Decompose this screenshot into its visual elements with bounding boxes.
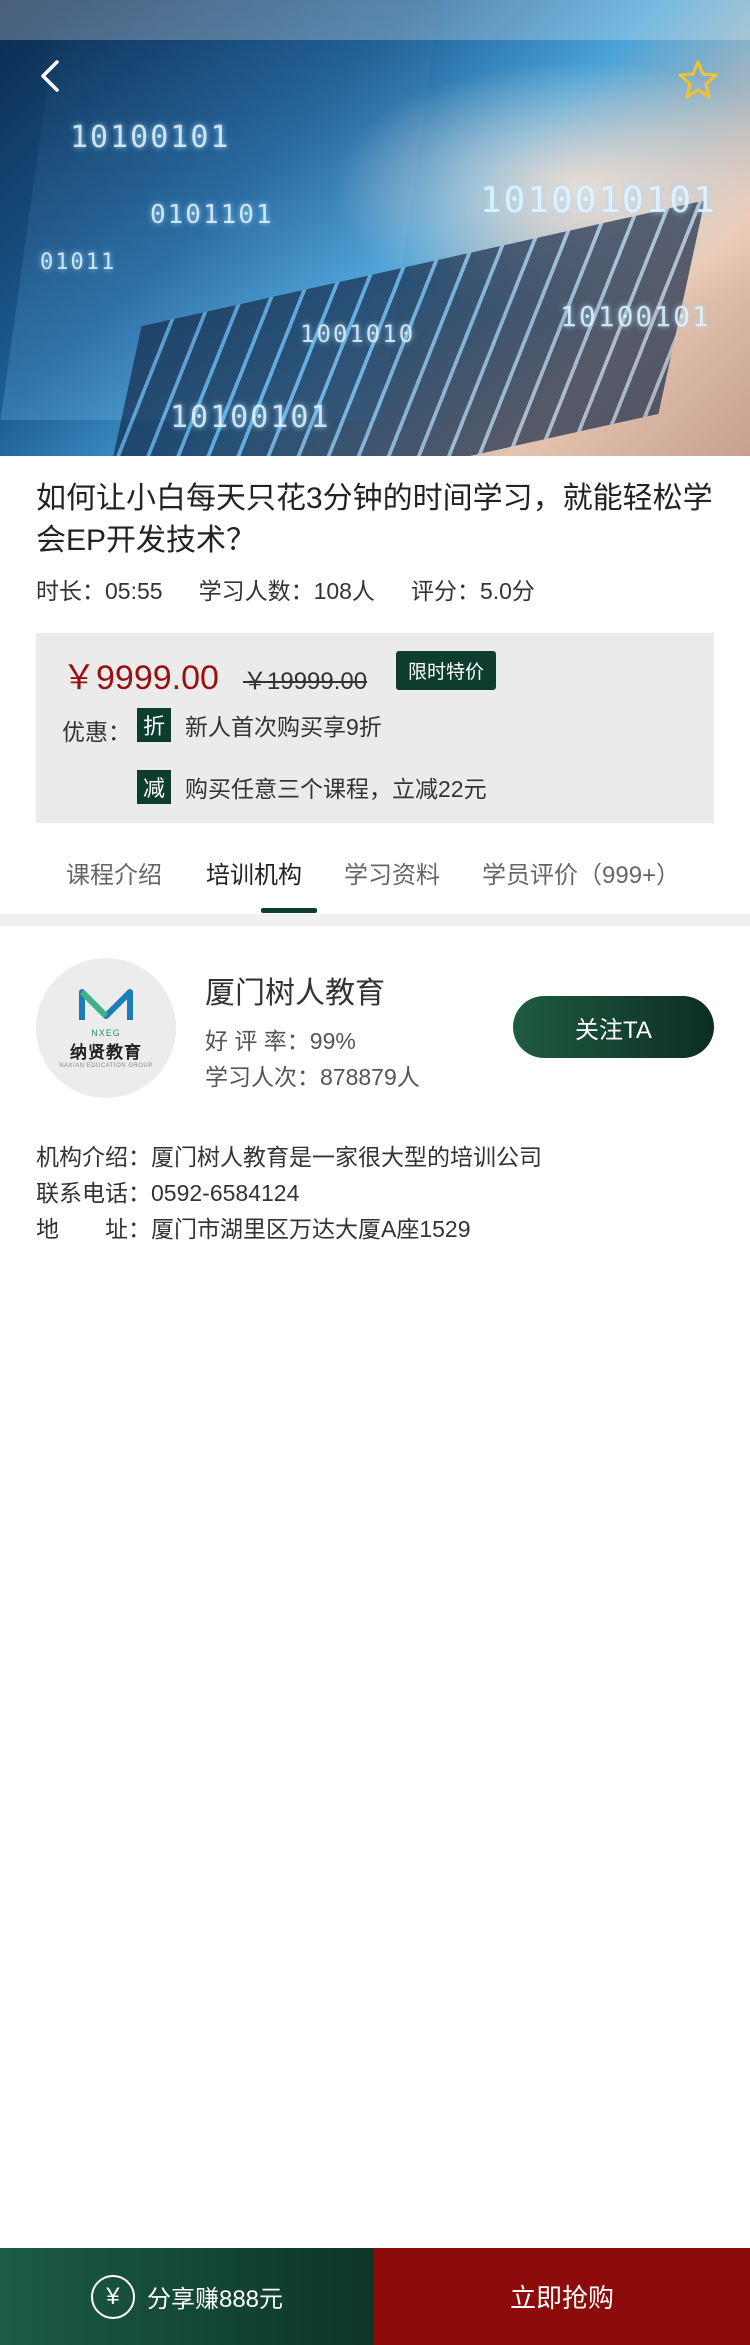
address-value: 厦门市湖里区万达大厦A座1529 [151, 1216, 471, 1242]
price-box: ￥9999.00 ￥19999.00 限时特价 优惠： 折 新人首次购买享9折 … [36, 633, 714, 823]
tab-course-intro[interactable]: 课程介绍 [66, 855, 162, 890]
binary-digits: 0101101 [150, 200, 274, 230]
learners-text: 学习人数：108人 [198, 578, 375, 604]
binary-digits: 1010010101 [480, 180, 717, 221]
active-tab-indicator [261, 908, 317, 913]
binary-digits: 10100101 [560, 300, 711, 333]
institution-intro: 机构介绍：厦门树人教育是一家很大型的培训公司 [36, 1144, 542, 1170]
buy-now-button[interactable]: 立即抢购 [374, 2248, 750, 2345]
course-meta: 时长：05:55 学习人数：108人 评分：5.0分 [36, 572, 535, 606]
favorite-button[interactable] [676, 58, 720, 102]
logo-en-text: NXEG [91, 1027, 121, 1038]
promo-text: 购买任意三个课程，立减22元 [185, 776, 487, 802]
tab-bar: 课程介绍 培训机构 学习资料 学员评价（999+） [36, 845, 716, 915]
institution-logo: NXEG 纳贤教育 NAXIAN EDUCATION GROUP [36, 958, 176, 1098]
current-price: ￥9999.00 [62, 659, 219, 697]
back-arrow-icon [41, 60, 59, 92]
reduction-badge: 减 [137, 770, 171, 804]
status-bar [0, 0, 750, 40]
tab-reviews[interactable]: 学员评价（999+） [482, 855, 680, 890]
rating-text: 评分：5.0分 [410, 578, 535, 604]
logo-cn-text: 纳贤教育 [70, 1042, 142, 1062]
promo-label: 优惠： [62, 719, 131, 745]
binary-digits: 10100101 [70, 120, 231, 155]
course-title: 如何让小白每天只花3分钟的时间学习，就能轻松学会EP开发技术？ [36, 482, 713, 557]
back-button[interactable] [30, 56, 70, 96]
yen-icon: ¥ [90, 2274, 135, 2319]
promo-item: 减 购买任意三个课程，立减22元 [137, 770, 487, 804]
praise-rate: 好 评 率：99% [205, 1028, 356, 1054]
institution-phone: 联系电话：0592-6584124 [36, 1180, 300, 1206]
address-label: 地 址： [36, 1216, 151, 1242]
limited-offer-tag: 限时特价 [396, 651, 497, 690]
tab-materials[interactable]: 学习资料 [344, 855, 440, 890]
promo-text: 新人首次购买享9折 [185, 714, 382, 740]
follow-button[interactable]: 关注TA [513, 996, 714, 1058]
logo-mark-icon [79, 988, 133, 1020]
original-price: ￥19999.00 [243, 668, 368, 695]
section-divider [0, 914, 750, 926]
binary-digits: 1001010 [300, 320, 416, 348]
institution-address: 地 址：厦门市湖里区万达大厦A座1529 [36, 1210, 471, 1244]
promo-item: 折 新人首次购买享9折 [137, 708, 382, 742]
logo-sub-text: NAXIAN EDUCATION GROUP [59, 1062, 153, 1069]
discount-badge: 折 [137, 708, 171, 742]
binary-digits: 01011 [40, 250, 117, 275]
tab-institution[interactable]: 培训机构 [206, 855, 302, 890]
duration-text: 时长：05:55 [36, 578, 163, 604]
share-label: 分享赚888元 [146, 2286, 284, 2313]
star-icon [678, 60, 718, 99]
bottom-action-bar: ¥ 分享赚888元 立即抢购 [0, 2248, 750, 2345]
binary-digits: 10100101 [170, 400, 331, 435]
study-count: 学习人次：878879人 [205, 1064, 420, 1090]
course-cover-image: 10100101 0101101 1010010101 10100101 100… [0, 0, 750, 456]
share-earn-button[interactable]: ¥ 分享赚888元 [0, 2248, 374, 2345]
institution-name: 厦门树人教育 [205, 977, 385, 1010]
